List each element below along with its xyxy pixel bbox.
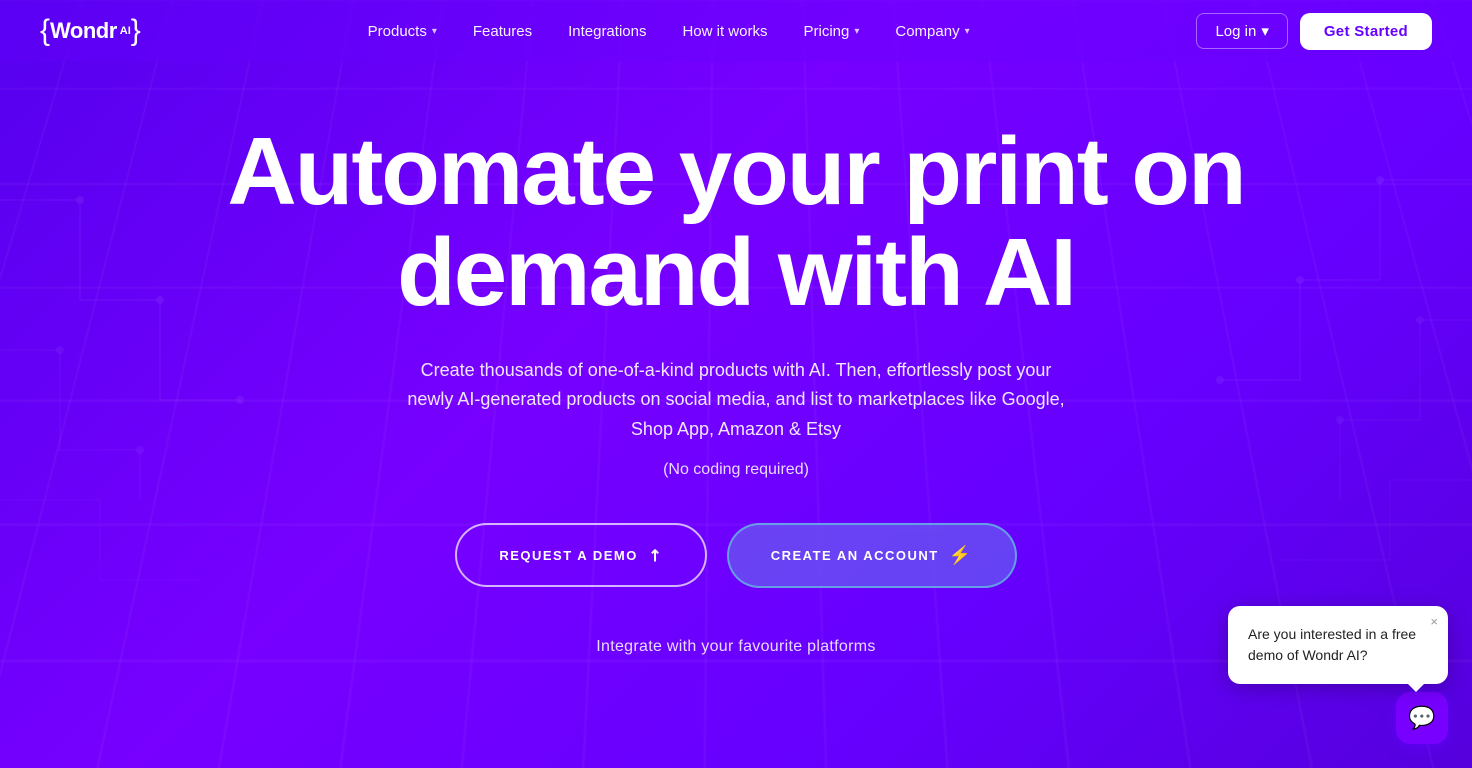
nav-item-integrations[interactable]: Integrations — [568, 23, 646, 40]
nav-link-integrations[interactable]: Integrations — [568, 23, 646, 40]
nav-link-features[interactable]: Features — [473, 23, 532, 40]
logo-brace-right: } — [131, 16, 141, 46]
nav-item-products[interactable]: Products ▾ — [368, 23, 437, 40]
create-account-button[interactable]: CREATE AN ACCOUNT ⚡ — [727, 523, 1017, 588]
chevron-down-icon: ▾ — [432, 26, 437, 37]
logo[interactable]: { Wondr AI } — [40, 16, 141, 46]
nav-actions: Log in ▾ Get Started — [1196, 13, 1432, 50]
hero-note: (No coding required) — [663, 461, 809, 479]
nav-item-how-it-works[interactable]: How it works — [682, 23, 767, 40]
integrate-label: Integrate with your favourite platforms — [596, 638, 875, 656]
nav-link-products[interactable]: Products ▾ — [368, 23, 437, 40]
login-button[interactable]: Log in ▾ — [1196, 13, 1287, 49]
request-demo-button[interactable]: REQUEST A DEMO ↗ — [455, 523, 706, 587]
hero-title: Automate your print on demand with AI — [227, 122, 1244, 324]
chat-bubble-text: Are you interested in a free demo of Won… — [1248, 624, 1428, 666]
nav-item-company[interactable]: Company ▾ — [895, 23, 969, 40]
nav-item-pricing[interactable]: Pricing ▾ — [803, 23, 859, 40]
chevron-down-icon: ▾ — [965, 26, 970, 37]
chevron-down-icon: ▾ — [854, 26, 859, 37]
logo-ai-badge: AI — [120, 25, 131, 37]
cta-group: REQUEST A DEMO ↗ CREATE AN ACCOUNT ⚡ — [455, 523, 1016, 588]
navbar: { Wondr AI } Products ▾ Features Integra… — [0, 0, 1472, 62]
chat-open-button[interactable]: 💬 — [1396, 692, 1448, 744]
nav-link-how-it-works[interactable]: How it works — [682, 23, 767, 40]
bolt-icon: ⚡ — [949, 545, 973, 566]
logo-brace-left: { — [40, 16, 50, 46]
chat-widget: × Are you interested in a free demo of W… — [1396, 692, 1448, 744]
chat-icon: 💬 — [1408, 705, 1435, 731]
hero-section: Automate your print on demand with AI Cr… — [0, 62, 1472, 686]
nav-link-pricing[interactable]: Pricing ▾ — [803, 23, 859, 40]
chevron-down-icon: ▾ — [1261, 22, 1269, 40]
chat-bubble: × Are you interested in a free demo of W… — [1228, 606, 1448, 684]
external-link-icon: ↗ — [643, 543, 668, 568]
hero-subtitle: Create thousands of one-of-a-kind produc… — [396, 356, 1076, 445]
get-started-button[interactable]: Get Started — [1300, 13, 1432, 50]
nav-links: Products ▾ Features Integrations How it … — [368, 23, 970, 40]
chat-close-button[interactable]: × — [1430, 614, 1438, 629]
logo-wordmark: Wondr — [50, 18, 117, 44]
nav-item-features[interactable]: Features — [473, 23, 532, 40]
nav-link-company[interactable]: Company ▾ — [895, 23, 969, 40]
